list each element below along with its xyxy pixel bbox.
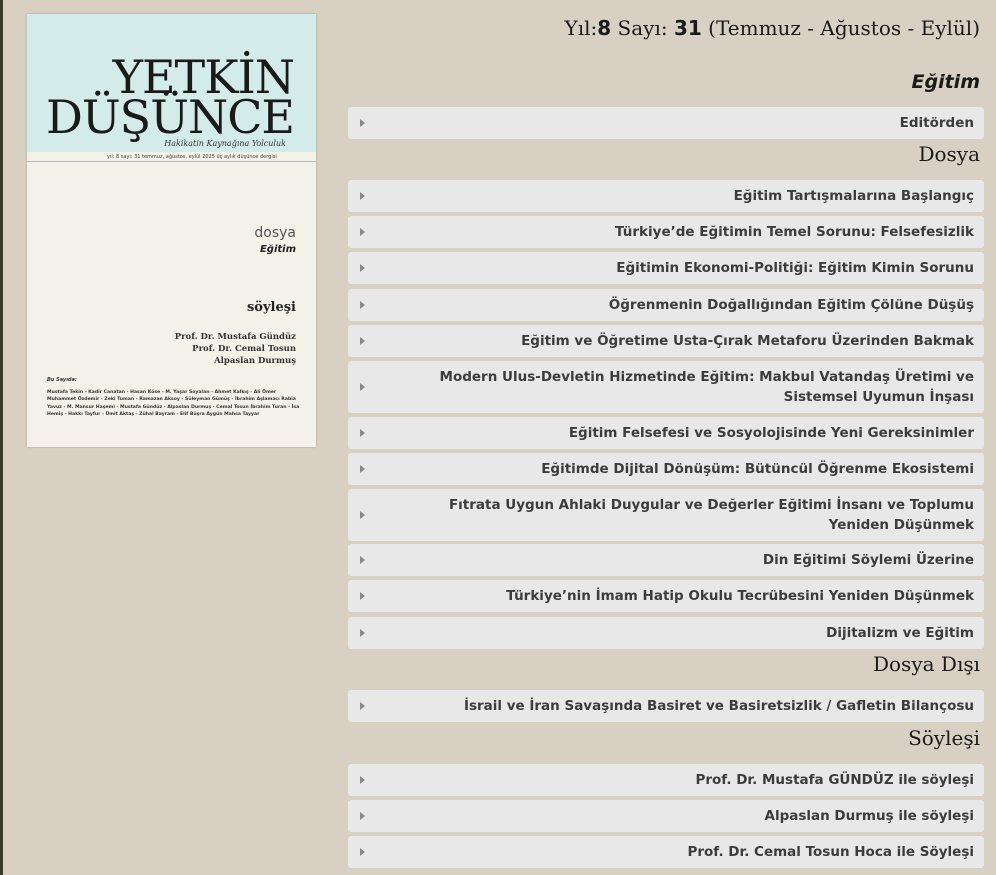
accordion-item[interactable]: Türkiye’nin İmam Hatip Okulu Tecrübesini… xyxy=(348,580,984,612)
accordion-item[interactable]: Eğitimde Dijital Dönüşüm: Bütüncül Öğren… xyxy=(348,453,984,485)
accordion-item[interactable]: Eğitim Felsefesi ve Sosyolojisinde Yeni … xyxy=(348,417,984,449)
accordion-item-label: Editörden xyxy=(899,115,974,131)
accordion-item-label: Öğrenmenin Doğallığından Eğitim Çölüne D… xyxy=(608,297,974,313)
triangle-right-icon xyxy=(360,556,365,564)
cover-dosya-label: dosya xyxy=(254,225,296,241)
accordion-item[interactable]: Eğitimin Ekonomi-Politiği: Eğitim Kimin … xyxy=(348,252,984,284)
cover-meta: yıl: 8 sayı: 31 temmuz, ağustos, eylül 2… xyxy=(107,154,277,160)
accordion-item-label: Prof. Dr. Cemal Tosun Hoca ile Söyleşi xyxy=(687,844,974,860)
issue-number: 31 xyxy=(673,16,702,40)
accordion-item[interactable]: İsrail ve İran Savaşında Basiret ve Basi… xyxy=(348,690,984,722)
magazine-cover[interactable]: YETKİN DÜŞÜNCE Hakikatin Kaynağına Yolcu… xyxy=(27,14,316,447)
accordion-item-label: Modern Ulus-Devletin Hizmetinde Eğitim: … xyxy=(439,369,974,405)
page: YETKİN DÜŞÜNCE Hakikatin Kaynağına Yolcu… xyxy=(0,0,996,875)
issue-header: Yıl:8 Sayı: 31 (Temmuz - Ağustos - Eylül… xyxy=(565,16,980,40)
main-topic-title: Eğitim xyxy=(911,71,981,93)
section-title-dosya: Dosya xyxy=(918,142,980,166)
accordion-item-label: Türkiye’de Eğitimin Temel Sorunu: Felsef… xyxy=(614,224,974,240)
triangle-right-icon xyxy=(360,301,365,309)
accordion-item[interactable]: Din Eğitimi Söylemi Üzerine xyxy=(348,544,984,576)
cover-authors: Mustafa Tekin - Kadir Canatan - Hasan Kö… xyxy=(47,390,300,418)
issue-number-label: Sayı: xyxy=(617,16,668,40)
accordion-item[interactable]: Prof. Dr. Mustafa GÜNDÜZ ile söyleşi xyxy=(348,764,984,796)
accordion-item-label: Türkiye’nin İmam Hatip Okulu Tecrübesini… xyxy=(506,588,974,604)
triangle-right-icon xyxy=(360,429,365,437)
accordion-item-label: Eğitimde Dijital Dönüşüm: Bütüncül Öğren… xyxy=(541,461,974,477)
accordion-item[interactable]: Türkiye’de Eğitimin Temel Sorunu: Felsef… xyxy=(348,216,984,248)
accordion-item[interactable]: Prof. Dr. Cemal Tosun Hoca ile Söyleşi xyxy=(348,836,984,868)
accordion-item-label: İsrail ve İran Savaşında Basiret ve Basi… xyxy=(463,698,974,714)
cover-person: Prof. Dr. Mustafa Gündüz xyxy=(174,332,296,342)
triangle-right-icon xyxy=(360,192,365,200)
issue-period: (Temmuz - Ağustos - Eylül) xyxy=(708,16,980,40)
accordion-item-label: Eğitimin Ekonomi-Politiği: Eğitim Kimin … xyxy=(616,260,974,276)
triangle-right-icon xyxy=(360,264,365,272)
issue-year-label: Yıl: xyxy=(564,16,598,40)
cover-divider xyxy=(27,161,316,162)
cover-person: Prof. Dr. Cemal Tosun xyxy=(192,344,296,354)
accordion-item[interactable]: Alpaslan Durmuş ile söyleşi xyxy=(348,800,984,832)
cover-person: Alpaslan Durmuş xyxy=(214,356,296,366)
cover-authors-label: Bu Sayıda: xyxy=(47,377,77,383)
section-title-dosya-disi: Dosya Dışı xyxy=(872,652,980,676)
accordion-item[interactable]: Modern Ulus-Devletin Hizmetinde Eğitim: … xyxy=(348,361,984,413)
cover-soylesi-label: söyleşi xyxy=(246,300,296,315)
triangle-right-icon xyxy=(360,337,365,345)
section-title-soylesi: Söyleşi xyxy=(908,726,980,750)
accordion-item[interactable]: Öğrenmenin Doğallığından Eğitim Çölüne D… xyxy=(348,289,984,321)
triangle-right-icon xyxy=(360,812,365,820)
triangle-right-icon xyxy=(360,848,365,856)
triangle-right-icon xyxy=(360,702,365,710)
accordion-item-label: Eğitim Tartışmalarına Başlangıç xyxy=(733,188,974,204)
triangle-right-icon xyxy=(360,465,365,473)
accordion-item-label: Fıtrata Uygun Ahlaki Duygular ve Değerle… xyxy=(448,497,974,533)
accordion-item-editorial[interactable]: Editörden xyxy=(348,107,984,139)
accordion-item-label: Eğitim ve Öğretime Usta-Çırak Metaforu Ü… xyxy=(521,333,974,349)
accordion-item-label: Dijitalizm ve Eğitim xyxy=(826,625,974,641)
accordion-item-label: Eğitim Felsefesi ve Sosyolojisinde Yeni … xyxy=(568,425,974,441)
triangle-right-icon xyxy=(360,383,365,391)
accordion-item-label: Prof. Dr. Mustafa GÜNDÜZ ile söyleşi xyxy=(695,772,974,788)
accordion-item-label: Din Eğitimi Söylemi Üzerine xyxy=(762,552,974,568)
triangle-right-icon xyxy=(360,592,365,600)
triangle-right-icon xyxy=(360,119,365,127)
accordion-item[interactable]: Dijitalizm ve Eğitim xyxy=(348,617,984,649)
accordion-item[interactable]: Fıtrata Uygun Ahlaki Duygular ve Değerle… xyxy=(348,489,984,541)
triangle-right-icon xyxy=(360,511,365,519)
accordion-item-label: Alpaslan Durmuş ile söyleşi xyxy=(764,808,975,824)
accordion-item[interactable]: Eğitim ve Öğretime Usta-Çırak Metaforu Ü… xyxy=(348,325,984,357)
triangle-right-icon xyxy=(360,228,365,236)
issue-year: 8 xyxy=(597,16,612,40)
cover-tagline: Hakikatin Kaynağına Yolculuk xyxy=(164,139,286,148)
cover-dosya-topic: Eğitim xyxy=(259,244,296,255)
accordion-item[interactable]: Eğitim Tartışmalarına Başlangıç xyxy=(348,180,984,212)
triangle-right-icon xyxy=(360,629,365,637)
cover-title-line2: DÜŞÜNCE xyxy=(46,90,295,144)
triangle-right-icon xyxy=(360,776,365,784)
